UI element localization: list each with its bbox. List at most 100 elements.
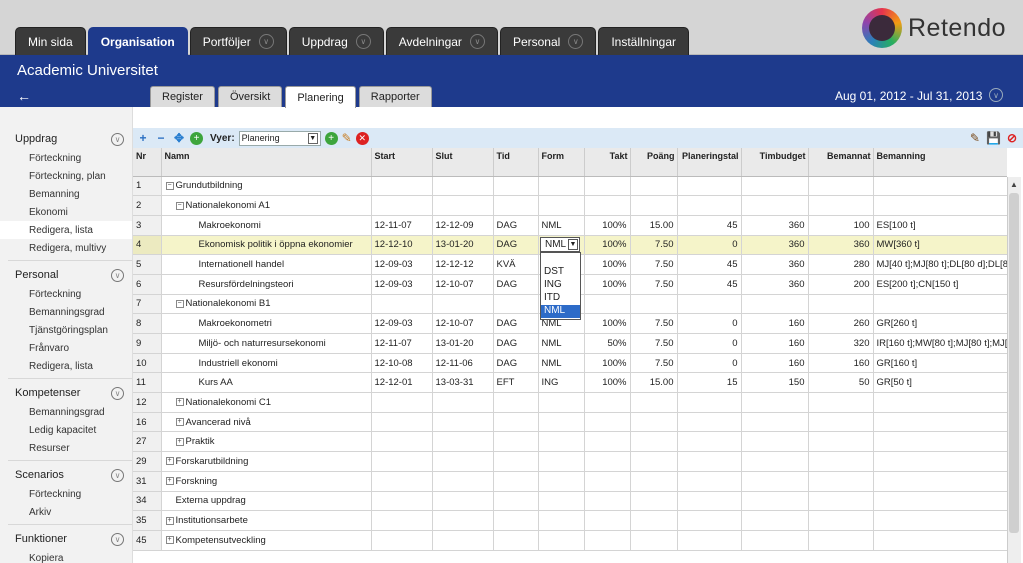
cell-plan[interactable]: 45 bbox=[677, 254, 742, 275]
cell-poang[interactable]: 7.50 bbox=[630, 274, 678, 295]
form-cell-editor[interactable]: NML ▼ bbox=[540, 237, 580, 252]
cell-poang[interactable] bbox=[630, 176, 678, 197]
cell-tid[interactable] bbox=[493, 530, 539, 551]
cell-takt[interactable]: 100% bbox=[584, 353, 631, 374]
cell-plan[interactable]: 0 bbox=[677, 333, 742, 354]
row-name-cell[interactable]: − Grundutbildning bbox=[161, 176, 372, 197]
column-header-timbudget[interactable]: Timbudget bbox=[741, 148, 809, 177]
chevron-down-icon[interactable]: ∨ bbox=[258, 34, 274, 49]
cell-start[interactable] bbox=[371, 392, 433, 413]
chevron-down-icon[interactable]: ∨ bbox=[111, 386, 124, 400]
cell-plan[interactable] bbox=[677, 471, 742, 492]
scrollbar-thumb[interactable] bbox=[1009, 193, 1019, 533]
cell-bemanning[interactable] bbox=[873, 530, 1007, 551]
collapse-all-button[interactable]: − bbox=[154, 131, 168, 145]
tab-personal[interactable]: Personal ∨ bbox=[499, 27, 597, 55]
table-row[interactable]: 11 Kurs AA 12-12-01 13-03-31 EFT ING 100% 15.00… bbox=[133, 372, 1007, 394]
cell-bemannat[interactable] bbox=[808, 176, 874, 197]
sidebar-section-uppdrag[interactable]: Uppdrag ∨ bbox=[0, 129, 132, 149]
cell-timbudget[interactable] bbox=[741, 451, 809, 472]
cell-poang[interactable] bbox=[630, 471, 678, 492]
form-option-nml[interactable]: NML bbox=[541, 305, 580, 318]
expand-all-button[interactable]: + bbox=[136, 131, 150, 145]
sidebar-section-scenarios[interactable]: Scenarios ∨ bbox=[0, 465, 132, 485]
cell-plan[interactable] bbox=[677, 510, 742, 531]
form-option-dst[interactable]: DST bbox=[541, 266, 580, 279]
cell-slut[interactable]: 12-12-12 bbox=[432, 254, 494, 275]
table-row[interactable]: 9 Miljö- och naturresursekonomi 12-11-07 13… bbox=[133, 333, 1007, 354]
expand-icon[interactable]: + bbox=[165, 457, 174, 466]
row-name-cell[interactable]: + Avancerad nivå bbox=[161, 412, 372, 433]
cell-bemanning[interactable]: ES[100 t] bbox=[873, 215, 1007, 236]
cell-bemanning[interactable] bbox=[873, 491, 1007, 512]
cell-timbudget[interactable] bbox=[741, 530, 809, 551]
cell-tid[interactable] bbox=[493, 294, 539, 315]
column-header-namn[interactable]: Namn bbox=[161, 148, 372, 177]
cell-poang[interactable]: 7.50 bbox=[630, 353, 678, 374]
cell-takt[interactable]: 100% bbox=[584, 372, 631, 394]
cell-takt[interactable]: 50% bbox=[584, 333, 631, 354]
cell-tid[interactable] bbox=[493, 431, 539, 453]
subtab-rapporter[interactable]: Rapporter bbox=[358, 86, 432, 107]
cell-bemanning[interactable]: IR[160 t];MW[80 t];MJ[80 t];MJ[80 t] bbox=[873, 333, 1007, 354]
cell-form[interactable] bbox=[538, 471, 585, 492]
cell-timbudget[interactable]: 360 bbox=[741, 274, 809, 295]
cell-timbudget[interactable] bbox=[741, 412, 809, 433]
cell-slut[interactable] bbox=[432, 431, 494, 453]
cell-start[interactable] bbox=[371, 451, 433, 472]
tab-uppdrag[interactable]: Uppdrag ∨ bbox=[288, 27, 384, 55]
sidebar-item-förteckning[interactable]: Förteckning bbox=[0, 285, 132, 303]
cell-timbudget[interactable]: 360 bbox=[741, 215, 809, 236]
cell-start[interactable]: 12-12-10 bbox=[371, 235, 433, 256]
sidebar-item-förteckning[interactable]: Förteckning bbox=[0, 149, 132, 167]
cell-bemannat[interactable]: 280 bbox=[808, 254, 874, 275]
cell-timbudget[interactable] bbox=[741, 176, 809, 197]
cell-start[interactable] bbox=[371, 195, 433, 216]
cell-tid[interactable] bbox=[493, 510, 539, 531]
cell-bemanning[interactable]: GR[160 t] bbox=[873, 353, 1007, 374]
subtab-översikt[interactable]: Översikt bbox=[217, 86, 283, 107]
cell-slut[interactable] bbox=[432, 510, 494, 531]
cell-form[interactable] bbox=[538, 392, 585, 413]
sidebar-section-personal[interactable]: Personal ∨ bbox=[0, 265, 132, 285]
cell-bemanning[interactable]: GR[260 t] bbox=[873, 313, 1007, 334]
cell-tid[interactable]: DAG bbox=[493, 215, 539, 236]
chevron-down-icon[interactable]: ∨ bbox=[111, 268, 124, 282]
cell-plan[interactable] bbox=[677, 491, 742, 512]
column-header-start[interactable]: Start bbox=[371, 148, 433, 177]
cell-plan[interactable] bbox=[677, 412, 742, 433]
cell-bemanning[interactable] bbox=[873, 176, 1007, 197]
scroll-up-arrow-icon[interactable]: ▲ bbox=[1007, 177, 1021, 191]
cell-form[interactable] bbox=[538, 530, 585, 551]
cell-tid[interactable]: KVÄ bbox=[493, 254, 539, 275]
cell-bemannat[interactable] bbox=[808, 510, 874, 531]
cell-form[interactable] bbox=[538, 491, 585, 512]
cell-bemanning[interactable] bbox=[873, 510, 1007, 531]
sidebar-item-frånvaro[interactable]: Frånvaro bbox=[0, 339, 132, 357]
cell-bemannat[interactable]: 260 bbox=[808, 313, 874, 334]
cell-timbudget[interactable]: 160 bbox=[741, 313, 809, 334]
cell-plan[interactable] bbox=[677, 530, 742, 551]
cell-slut[interactable]: 13-01-20 bbox=[432, 235, 494, 256]
cell-tid[interactable] bbox=[493, 392, 539, 413]
column-header-form[interactable]: Form bbox=[538, 148, 585, 177]
cell-slut[interactable] bbox=[432, 451, 494, 472]
cell-poang[interactable]: 7.50 bbox=[630, 254, 678, 275]
cell-timbudget[interactable] bbox=[741, 491, 809, 512]
cell-timbudget[interactable]: 150 bbox=[741, 372, 809, 394]
cell-form[interactable]: NML bbox=[538, 215, 585, 236]
cell-timbudget[interactable]: 360 bbox=[741, 254, 809, 275]
cell-timbudget[interactable] bbox=[741, 431, 809, 453]
cell-tid[interactable]: DAG bbox=[493, 313, 539, 334]
expand-icon[interactable]: + bbox=[175, 418, 184, 427]
cell-plan[interactable]: 45 bbox=[677, 274, 742, 295]
cell-timbudget[interactable] bbox=[741, 195, 809, 216]
cell-bemannat[interactable] bbox=[808, 412, 874, 433]
tab-min-sida[interactable]: Min sida bbox=[15, 27, 86, 55]
cell-bemanning[interactable]: MJ[40 t];MJ[80 t];DL[80 d];DL[80 t] bbox=[873, 254, 1007, 275]
cell-form[interactable] bbox=[538, 451, 585, 472]
cell-bemanning[interactable]: MW[360 t] bbox=[873, 235, 1007, 256]
row-name-cell[interactable]: Internationell handel bbox=[161, 254, 372, 275]
cell-poang[interactable]: 15.00 bbox=[630, 372, 678, 394]
cell-bemannat[interactable]: 320 bbox=[808, 333, 874, 354]
